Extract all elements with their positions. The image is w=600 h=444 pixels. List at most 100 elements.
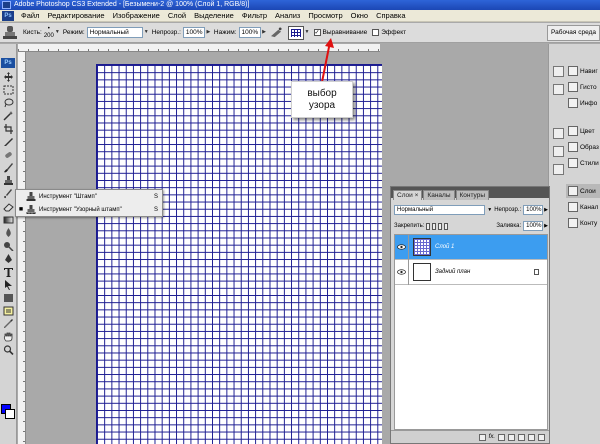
notes-tool-icon[interactable] — [2, 306, 14, 316]
dock-paths[interactable]: Конту — [566, 216, 600, 230]
menu-bar: Ps Файл Редактирование Изображение Слой … — [0, 10, 600, 22]
brush-tool-icon[interactable] — [2, 163, 14, 173]
callout-line-1: выбор — [307, 88, 337, 99]
new-layer-icon[interactable] — [528, 433, 535, 441]
menu-window[interactable]: Окно — [347, 11, 372, 20]
fill-input[interactable]: 100% — [523, 221, 544, 231]
new-group-folder-icon[interactable] — [518, 433, 525, 441]
menu-view[interactable]: Просмотр — [304, 11, 346, 20]
pattern-stamp-tool-icon[interactable] — [2, 25, 18, 41]
menu-layer[interactable]: Слой — [164, 11, 190, 20]
document-canvas[interactable] — [96, 64, 382, 444]
pressure-slider-icon[interactable]: ▶ — [261, 28, 268, 37]
background-color-swatch[interactable] — [5, 409, 15, 419]
crop-tool-icon[interactable] — [2, 124, 14, 134]
add-mask-icon[interactable] — [498, 433, 505, 441]
healing-brush-tool-icon[interactable] — [2, 150, 14, 160]
brush-picker[interactable]: • 200 — [44, 26, 54, 40]
aligned-checkbox[interactable]: ✓ — [313, 29, 321, 36]
flyout-item-label: Инструмент "Узорный штамп" — [39, 206, 122, 213]
fx-icon[interactable]: fx. — [489, 434, 495, 440]
blend-mode-select[interactable]: Нормальный — [394, 205, 486, 215]
slice-tool-icon[interactable] — [2, 137, 14, 147]
dock-button-1[interactable] — [553, 66, 564, 77]
brush-dropdown-icon[interactable]: ▼ — [54, 28, 61, 37]
pattern-dropdown-icon[interactable]: ▼ — [304, 28, 311, 37]
move-tool-icon[interactable] — [2, 72, 14, 82]
layers-panel-footer: fx. — [391, 430, 549, 443]
menu-edit[interactable]: Редактирование — [43, 11, 108, 20]
mode-label: Режим: — [62, 29, 85, 36]
visibility-eye-icon[interactable] — [395, 259, 409, 285]
dock-button-2[interactable] — [553, 84, 564, 95]
pressure-input[interactable]: 100% — [238, 27, 261, 38]
stamp-tool-icon[interactable] — [2, 176, 14, 186]
lock-position-icon[interactable] — [438, 222, 443, 230]
flyout-item-clone-stamp[interactable]: Инструмент "Штамп" S — [16, 190, 162, 203]
lock-all-icon[interactable] — [444, 222, 449, 230]
flyout-item-pattern-stamp[interactable]: ■ Инструмент "Узорный штамп" S — [16, 203, 162, 216]
aligned-label: Выравнивание — [322, 29, 368, 36]
opacity-input[interactable]: 100% — [182, 27, 205, 38]
dock-button-3[interactable] — [553, 128, 564, 139]
lock-transparency-icon[interactable] — [426, 222, 431, 230]
marquee-tool-icon[interactable] — [2, 85, 14, 95]
menu-file[interactable]: Файл — [17, 11, 43, 20]
dock-button-4[interactable] — [553, 146, 564, 157]
effect-checkbox[interactable] — [372, 29, 380, 36]
layers-icon — [568, 186, 578, 196]
type-tool-icon[interactable] — [2, 267, 14, 277]
layer-row-background[interactable]: Задний план — [395, 259, 547, 285]
hand-tool-icon[interactable] — [2, 332, 14, 342]
menu-image[interactable]: Изображение — [109, 11, 164, 20]
dock-layers[interactable]: Слои — [566, 184, 600, 198]
path-selection-tool-icon[interactable] — [2, 280, 14, 290]
layer-name[interactable]: Слой 1 — [435, 244, 454, 250]
dock-info[interactable]: Инфо — [566, 96, 600, 110]
layer-row-layer1[interactable]: Слой 1 — [395, 234, 547, 260]
menu-analysis[interactable]: Анализ — [271, 11, 304, 20]
dock-channels[interactable]: Канал — [566, 200, 600, 214]
pen-tool-icon[interactable] — [2, 254, 14, 264]
blend-dropdown-icon[interactable]: ▼ — [487, 207, 492, 213]
layer-thumbnail — [413, 238, 431, 256]
dodge-tool-icon[interactable] — [2, 241, 14, 251]
blur-tool-icon[interactable] — [2, 228, 14, 238]
history-brush-tool-icon[interactable] — [2, 189, 14, 199]
dock-swatches[interactable]: Образ — [566, 140, 600, 154]
dock-navigator[interactable]: Навиг — [566, 64, 600, 78]
adjustment-layer-icon[interactable] — [508, 433, 515, 441]
mode-select[interactable]: Нормальный — [86, 27, 143, 38]
dock-button-5[interactable] — [553, 164, 564, 175]
eraser-tool-icon[interactable] — [2, 202, 14, 212]
gradient-tool-icon[interactable] — [2, 215, 14, 225]
opacity-slider-icon[interactable]: ▶ — [205, 28, 212, 37]
menu-select[interactable]: Выделение — [190, 11, 238, 20]
lasso-tool-icon[interactable] — [2, 98, 14, 108]
tab-paths[interactable]: Контуры — [455, 190, 490, 200]
airbrush-icon[interactable] — [270, 27, 284, 39]
link-layers-icon[interactable] — [478, 433, 486, 441]
fill-slider-icon[interactable]: ▶ — [544, 223, 548, 229]
zoom-tool-icon[interactable] — [2, 345, 14, 355]
menu-help[interactable]: Справка — [372, 11, 409, 20]
lock-pixels-icon[interactable] — [432, 222, 437, 230]
dock-color[interactable]: Цвет — [566, 124, 600, 138]
layer-opacity-slider-icon[interactable]: ▶ — [544, 207, 548, 213]
visibility-eye-icon[interactable] — [395, 234, 409, 260]
eyedropper-tool-icon[interactable] — [2, 319, 14, 329]
magic-wand-tool-icon[interactable] — [2, 111, 14, 121]
workspace-button[interactable]: Рабочая среда — [546, 25, 600, 41]
dock-histogram[interactable]: Гисто — [566, 80, 600, 94]
layer-name[interactable]: Задний план — [435, 269, 470, 275]
tab-channels[interactable]: Каналы — [423, 190, 455, 200]
tab-layers[interactable]: Слои × — [393, 190, 423, 200]
menu-filter[interactable]: Фильтр — [238, 11, 271, 20]
trash-icon[interactable] — [538, 433, 545, 441]
layer-opacity-input[interactable]: 100% — [523, 205, 544, 215]
dock-styles[interactable]: Стили — [566, 156, 600, 170]
brush-size: 200 — [43, 32, 54, 39]
shape-tool-icon[interactable] — [2, 293, 14, 303]
mode-dropdown-icon[interactable]: ▼ — [143, 28, 150, 37]
pattern-swatch[interactable] — [287, 25, 304, 40]
